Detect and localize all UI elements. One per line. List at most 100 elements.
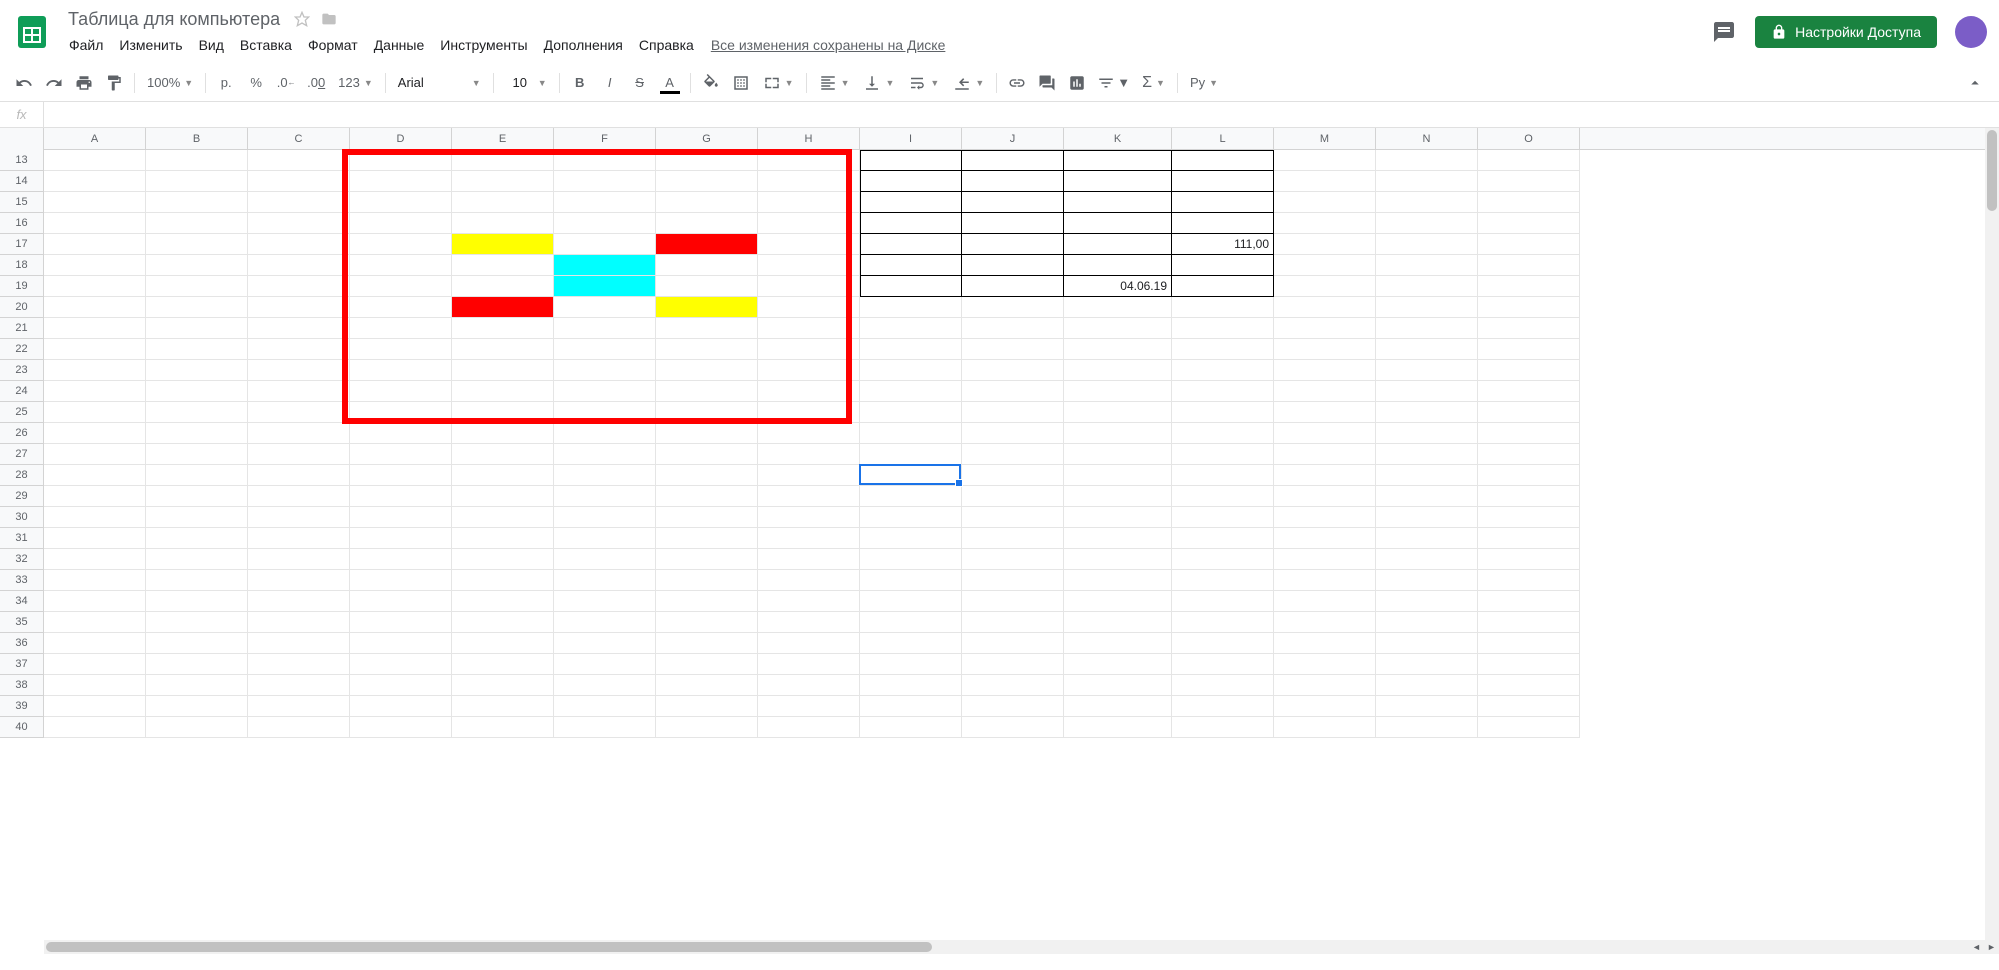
percent-button[interactable]: %: [242, 69, 270, 97]
cell-I39[interactable]: [860, 696, 962, 717]
cell-D30[interactable]: [350, 507, 452, 528]
cell-D37[interactable]: [350, 654, 452, 675]
cell-G17[interactable]: [656, 234, 758, 255]
cell-A26[interactable]: [44, 423, 146, 444]
cell-B28[interactable]: [146, 465, 248, 486]
cell-J19[interactable]: [962, 276, 1064, 297]
cell-J40[interactable]: [962, 717, 1064, 738]
cell-I30[interactable]: [860, 507, 962, 528]
cell-O15[interactable]: [1478, 192, 1580, 213]
cell-N35[interactable]: [1376, 612, 1478, 633]
cell-J39[interactable]: [962, 696, 1064, 717]
cell-F35[interactable]: [554, 612, 656, 633]
cell-H22[interactable]: [758, 339, 860, 360]
cell-O39[interactable]: [1478, 696, 1580, 717]
cell-A30[interactable]: [44, 507, 146, 528]
column-header-E[interactable]: E: [452, 128, 554, 150]
cell-M33[interactable]: [1274, 570, 1376, 591]
cell-N40[interactable]: [1376, 717, 1478, 738]
cell-F19[interactable]: [554, 276, 656, 297]
cell-K32[interactable]: [1064, 549, 1172, 570]
cell-A20[interactable]: [44, 297, 146, 318]
column-header-K[interactable]: K: [1064, 128, 1172, 150]
cell-B37[interactable]: [146, 654, 248, 675]
italic-button[interactable]: I: [596, 69, 624, 97]
cell-G27[interactable]: [656, 444, 758, 465]
vertical-align-button[interactable]: ▼: [857, 69, 900, 97]
cell-H19[interactable]: [758, 276, 860, 297]
menu-edit[interactable]: Изменить: [112, 33, 189, 57]
cell-F26[interactable]: [554, 423, 656, 444]
cell-J23[interactable]: [962, 360, 1064, 381]
cell-K22[interactable]: [1064, 339, 1172, 360]
cell-C40[interactable]: [248, 717, 350, 738]
cell-G13[interactable]: [656, 150, 758, 171]
cell-G20[interactable]: [656, 297, 758, 318]
cell-L15[interactable]: [1172, 192, 1274, 213]
cell-F16[interactable]: [554, 213, 656, 234]
cell-D32[interactable]: [350, 549, 452, 570]
cell-G37[interactable]: [656, 654, 758, 675]
currency-button[interactable]: р.: [212, 69, 240, 97]
cell-L30[interactable]: [1172, 507, 1274, 528]
zoom-dropdown[interactable]: 100%▼: [141, 69, 199, 97]
cell-F33[interactable]: [554, 570, 656, 591]
cell-G23[interactable]: [656, 360, 758, 381]
cell-M29[interactable]: [1274, 486, 1376, 507]
cell-J13[interactable]: [962, 150, 1064, 171]
cell-F30[interactable]: [554, 507, 656, 528]
cell-H37[interactable]: [758, 654, 860, 675]
cell-A18[interactable]: [44, 255, 146, 276]
cell-J17[interactable]: [962, 234, 1064, 255]
menu-help[interactable]: Справка: [632, 33, 701, 57]
cell-O23[interactable]: [1478, 360, 1580, 381]
cell-H28[interactable]: [758, 465, 860, 486]
cell-D36[interactable]: [350, 633, 452, 654]
number-format-dropdown[interactable]: 123▼: [332, 69, 379, 97]
row-header-23[interactable]: 23: [0, 360, 44, 381]
cell-I13[interactable]: [860, 150, 962, 171]
cell-I35[interactable]: [860, 612, 962, 633]
cell-H21[interactable]: [758, 318, 860, 339]
cell-H16[interactable]: [758, 213, 860, 234]
cell-E24[interactable]: [452, 381, 554, 402]
cell-B26[interactable]: [146, 423, 248, 444]
cell-O14[interactable]: [1478, 171, 1580, 192]
cell-A37[interactable]: [44, 654, 146, 675]
cell-N19[interactable]: [1376, 276, 1478, 297]
cell-B14[interactable]: [146, 171, 248, 192]
cell-C36[interactable]: [248, 633, 350, 654]
cell-L34[interactable]: [1172, 591, 1274, 612]
cell-J30[interactable]: [962, 507, 1064, 528]
cell-M22[interactable]: [1274, 339, 1376, 360]
cell-O34[interactable]: [1478, 591, 1580, 612]
cell-E14[interactable]: [452, 171, 554, 192]
menu-insert[interactable]: Вставка: [233, 33, 299, 57]
cell-D28[interactable]: [350, 465, 452, 486]
cell-N15[interactable]: [1376, 192, 1478, 213]
cell-N14[interactable]: [1376, 171, 1478, 192]
cell-D14[interactable]: [350, 171, 452, 192]
cell-N27[interactable]: [1376, 444, 1478, 465]
cell-D35[interactable]: [350, 612, 452, 633]
row-header-20[interactable]: 20: [0, 297, 44, 318]
cell-I37[interactable]: [860, 654, 962, 675]
cell-A13[interactable]: [44, 150, 146, 171]
cell-I18[interactable]: [860, 255, 962, 276]
cell-J24[interactable]: [962, 381, 1064, 402]
sheets-logo[interactable]: [12, 12, 52, 52]
cell-H39[interactable]: [758, 696, 860, 717]
cell-B24[interactable]: [146, 381, 248, 402]
cell-G35[interactable]: [656, 612, 758, 633]
column-header-A[interactable]: A: [44, 128, 146, 150]
cell-L32[interactable]: [1172, 549, 1274, 570]
cell-K24[interactable]: [1064, 381, 1172, 402]
select-all-corner[interactable]: [0, 128, 44, 150]
font-size-dropdown[interactable]: 10▼: [500, 69, 553, 97]
cell-D26[interactable]: [350, 423, 452, 444]
cell-B40[interactable]: [146, 717, 248, 738]
text-color-button[interactable]: A: [656, 69, 684, 97]
cell-D34[interactable]: [350, 591, 452, 612]
horizontal-align-button[interactable]: ▼: [813, 69, 856, 97]
row-header-40[interactable]: 40: [0, 717, 44, 738]
